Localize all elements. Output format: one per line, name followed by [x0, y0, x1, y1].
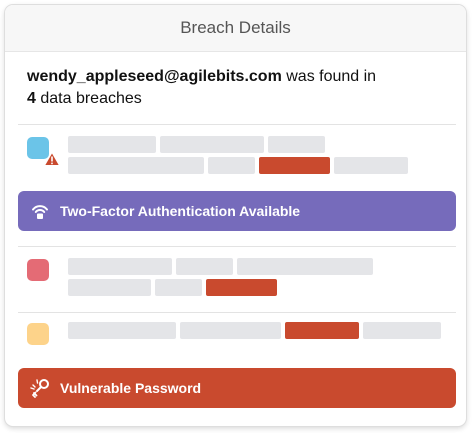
- highlighted-bar: [285, 322, 359, 339]
- placeholder-bar: [155, 279, 202, 296]
- placeholder-bar: [160, 136, 264, 153]
- warning-icon: [44, 152, 60, 166]
- broken-key-icon: [30, 379, 49, 398]
- vulnerable-password-label: Vulnerable Password: [60, 380, 202, 396]
- two-factor-label: Two-Factor Authentication Available: [60, 203, 301, 219]
- divider: [18, 124, 456, 125]
- two-factor-banner[interactable]: Two-Factor Authentication Available: [18, 191, 456, 231]
- placeholder-bar: [68, 322, 176, 339]
- placeholder-bar: [334, 157, 408, 174]
- card-header: Breach Details: [5, 5, 466, 52]
- placeholder-bar: [208, 157, 255, 174]
- breaches-text: data breaches: [35, 90, 142, 107]
- divider: [18, 312, 456, 313]
- placeholder-bar: [363, 322, 441, 339]
- placeholder-bar: [268, 136, 325, 153]
- placeholder-bar: [180, 322, 281, 339]
- divider: [18, 246, 456, 247]
- found-text: was found in: [281, 68, 377, 85]
- placeholder-bar: [68, 279, 151, 296]
- card-title: Breach Details: [180, 18, 291, 37]
- site-icon-yellow: [27, 323, 49, 345]
- vulnerable-password-banner[interactable]: Vulnerable Password: [18, 368, 456, 408]
- breach-details-card: Breach Details wendy_appleseed@agilebits…: [5, 5, 466, 426]
- site-icon-red: [27, 259, 49, 281]
- breach-summary: wendy_appleseed@agilebits.com was found …: [27, 66, 447, 110]
- breach-count: 4: [27, 90, 36, 107]
- placeholder-bar: [68, 258, 172, 275]
- highlighted-bar: [259, 157, 330, 174]
- placeholder-bar: [68, 136, 156, 153]
- placeholder-bar: [237, 258, 373, 275]
- wifi-lock-icon: [32, 205, 48, 219]
- account-email: wendy_appleseed@agilebits.com: [27, 68, 282, 85]
- placeholder-bar: [68, 157, 204, 174]
- highlighted-bar: [206, 279, 277, 296]
- placeholder-bar: [176, 258, 233, 275]
